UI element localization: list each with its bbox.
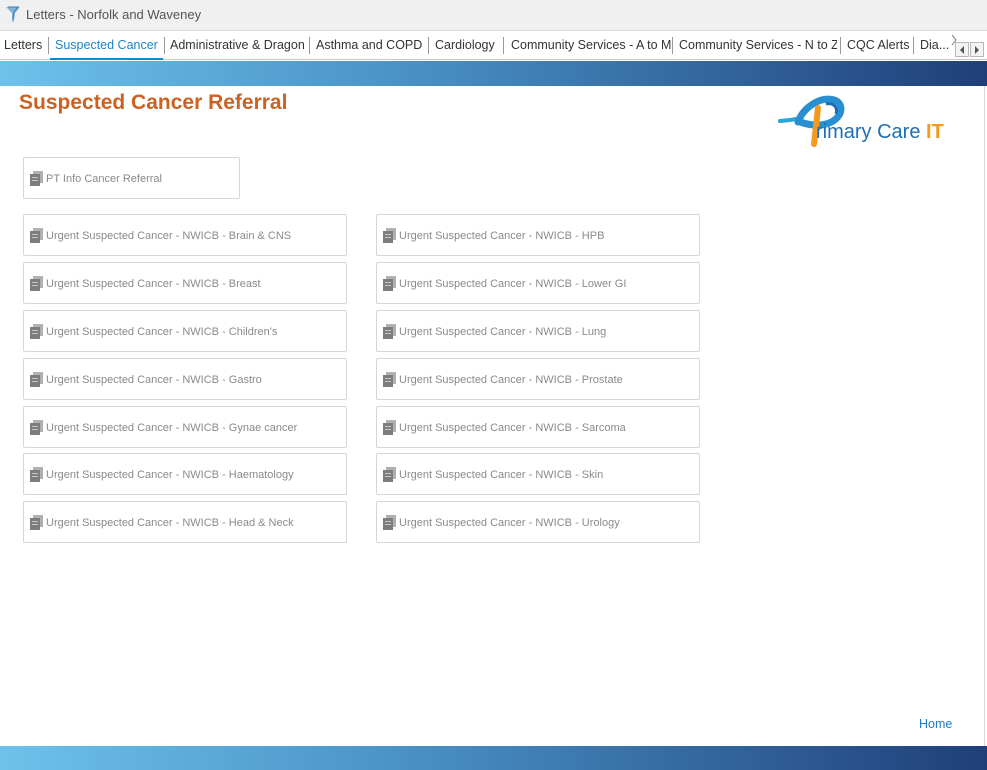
- tab-scroll-left-button[interactable]: [955, 42, 969, 57]
- tab-separator: [913, 37, 914, 54]
- document-icon: [383, 515, 396, 530]
- title-bar: Letters - Norfolk and Waveney: [0, 0, 987, 30]
- card-label: Urgent Suspected Cancer - NWICB - Breast: [46, 278, 261, 290]
- document-icon: [30, 467, 43, 482]
- card-childrens[interactable]: Urgent Suspected Cancer - NWICB - Childr…: [23, 310, 347, 352]
- footer-banner: [0, 746, 987, 770]
- document-icon: [383, 276, 396, 291]
- card-label: Urgent Suspected Cancer - NWICB - Prosta…: [399, 374, 623, 386]
- card-label: Urgent Suspected Cancer - NWICB - Skin: [399, 469, 604, 481]
- document-icon: [30, 420, 43, 435]
- tab-community-services-a-m[interactable]: Community Services - A to M: [511, 37, 671, 55]
- card-lower-gi[interactable]: Urgent Suspected Cancer - NWICB - Lower …: [376, 262, 700, 304]
- document-icon: [30, 372, 43, 387]
- card-label: Urgent Suspected Cancer - NWICB - Lower …: [399, 278, 627, 290]
- card-head-neck[interactable]: Urgent Suspected Cancer - NWICB - Head &…: [23, 501, 347, 543]
- home-link[interactable]: Home: [919, 717, 952, 731]
- tab-strip: Letters Suspected Cancer Administrative …: [0, 30, 987, 60]
- tab-separator: [428, 37, 429, 54]
- pt-info-cancer-referral-button[interactable]: PT Info Cancer Referral: [23, 157, 240, 199]
- document-icon: [383, 467, 396, 482]
- logo-text-main: rimary Care: [816, 121, 927, 143]
- card-gastro[interactable]: Urgent Suspected Cancer - NWICB - Gastro: [23, 358, 347, 400]
- card-gynae-cancer[interactable]: Urgent Suspected Cancer - NWICB - Gynae …: [23, 406, 347, 448]
- card-label: Urgent Suspected Cancer - NWICB - Lung: [399, 326, 607, 338]
- document-icon: [383, 372, 396, 387]
- tab-separator: [672, 37, 673, 54]
- tab-separator: [503, 37, 504, 54]
- tab-community-services-n-z[interactable]: Community Services - N to Z: [679, 37, 837, 55]
- content-border: [984, 86, 985, 746]
- card-label: Urgent Suspected Cancer - NWICB - Haemat…: [46, 469, 294, 481]
- tab-list: Letters Suspected Cancer Administrative …: [0, 31, 952, 60]
- tab-cqc-alerts[interactable]: CQC Alerts: [847, 37, 910, 55]
- tab-asthma-copd[interactable]: Asthma and COPD: [316, 37, 424, 55]
- tab-administrative-dragon[interactable]: Administrative & Dragon: [170, 37, 306, 55]
- card-label: PT Info Cancer Referral: [46, 173, 162, 185]
- funnel-logo-icon: [6, 6, 20, 22]
- card-urology[interactable]: Urgent Suspected Cancer - NWICB - Urolog…: [376, 501, 700, 543]
- chevron-right-icon: [975, 46, 979, 54]
- card-skin[interactable]: Urgent Suspected Cancer - NWICB - Skin: [376, 453, 700, 495]
- card-label: Urgent Suspected Cancer - NWICB - Childr…: [46, 326, 278, 338]
- tab-suspected-cancer[interactable]: Suspected Cancer: [55, 37, 160, 55]
- card-label: Urgent Suspected Cancer - NWICB - Gynae …: [46, 422, 298, 434]
- document-icon: [383, 228, 396, 243]
- page-title: Suspected Cancer Referral: [19, 91, 288, 114]
- card-breast[interactable]: Urgent Suspected Cancer - NWICB - Breast: [23, 262, 347, 304]
- card-haematology[interactable]: Urgent Suspected Cancer - NWICB - Haemat…: [23, 453, 347, 495]
- tab-separator: [309, 37, 310, 54]
- header-banner: [0, 61, 987, 86]
- document-icon: [30, 171, 43, 186]
- card-label: Urgent Suspected Cancer - NWICB - Gastro: [46, 374, 262, 386]
- card-label: Urgent Suspected Cancer - NWICB - Urolog…: [399, 517, 620, 529]
- card-label: Urgent Suspected Cancer - NWICB - Sarcom…: [399, 422, 626, 434]
- document-icon: [383, 324, 396, 339]
- document-icon: [30, 228, 43, 243]
- tab-cardiology[interactable]: Cardiology: [435, 37, 497, 55]
- document-icon: [30, 515, 43, 530]
- active-tab-indicator: [50, 58, 163, 60]
- tab-scroll-right-button[interactable]: [970, 42, 984, 57]
- tab-separator: [164, 37, 165, 54]
- window-title: Letters - Norfolk and Waveney: [26, 7, 202, 22]
- card-brain-cns[interactable]: Urgent Suspected Cancer - NWICB - Brain …: [23, 214, 347, 256]
- tab-letters[interactable]: Letters: [4, 37, 44, 55]
- chevron-left-icon: [960, 46, 964, 54]
- card-label: Urgent Suspected Cancer - NWICB - Head &…: [46, 517, 294, 529]
- document-icon: [30, 276, 43, 291]
- document-icon: [30, 324, 43, 339]
- document-icon: [383, 420, 396, 435]
- card-hpb[interactable]: Urgent Suspected Cancer - NWICB - HPB: [376, 214, 700, 256]
- tab-separator: [48, 37, 49, 54]
- card-prostate[interactable]: Urgent Suspected Cancer - NWICB - Prosta…: [376, 358, 700, 400]
- logo-text-it: IT: [926, 121, 944, 143]
- card-lung[interactable]: Urgent Suspected Cancer - NWICB - Lung: [376, 310, 700, 352]
- tab-dia[interactable]: Dia...: [920, 37, 950, 55]
- logo-text: rimary Care IT: [816, 121, 944, 144]
- card-sarcoma[interactable]: Urgent Suspected Cancer - NWICB - Sarcom…: [376, 406, 700, 448]
- card-label: Urgent Suspected Cancer - NWICB - Brain …: [46, 230, 292, 242]
- card-label: Urgent Suspected Cancer - NWICB - HPB: [399, 230, 605, 242]
- tab-separator: [840, 37, 841, 54]
